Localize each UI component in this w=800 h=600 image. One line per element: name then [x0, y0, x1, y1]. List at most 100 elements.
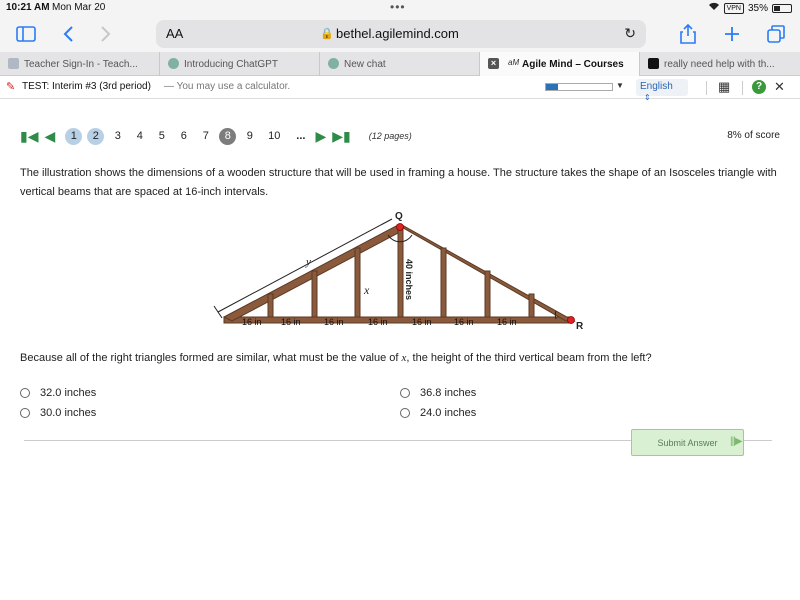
choice-label: 32.0 inches [40, 387, 97, 399]
tabs-overview-icon[interactable] [764, 22, 788, 46]
spacing-label: 16 in [368, 317, 388, 327]
tab-new-chat[interactable]: New chat [320, 52, 480, 76]
y-dimension-tick [213, 305, 223, 319]
submit-answer-button[interactable]: Submit Answer [631, 429, 744, 456]
page-link-10[interactable]: 10 [263, 128, 285, 145]
last-page-icon[interactable]: ▶▮ [332, 128, 350, 145]
choice-label: 30.0 inches [40, 407, 97, 419]
first-page-icon[interactable]: ▮◀ [20, 128, 38, 145]
chatgpt-icon [328, 58, 339, 69]
agile-mind-icon: aM [508, 58, 520, 67]
tab-label: really need help with th... [664, 58, 775, 70]
tab-favicon-icon [8, 58, 19, 69]
submit-label: Submit Answer [657, 437, 718, 448]
divider [706, 81, 707, 95]
point-q-marker [396, 223, 404, 231]
spacing-label: 16 in [412, 317, 432, 327]
battery-icon [772, 3, 792, 13]
page-link-2[interactable]: 2 [87, 127, 105, 145]
score-weight: 8% of score [727, 130, 780, 141]
status-bar: 10:21 AM Mon Mar 20 ••• VPN 35% [0, 0, 800, 16]
page-link-3[interactable]: 3 [109, 128, 126, 145]
brainly-icon [648, 58, 659, 69]
share-icon[interactable] [676, 22, 700, 46]
forward-icon[interactable] [94, 22, 118, 46]
lock-icon: 🔒 [320, 28, 334, 40]
close-tab-icon[interactable]: × [488, 58, 499, 69]
page-link-6[interactable]: 6 [175, 128, 192, 145]
page-link-5[interactable]: 5 [153, 128, 170, 145]
radio-button[interactable] [400, 408, 410, 418]
vertical-beam [354, 247, 361, 318]
prev-page-icon[interactable]: ◀ [44, 128, 55, 145]
spacing-label: 16 in [281, 317, 301, 327]
chevron-updown-icon: ⇕ [644, 93, 651, 102]
bottom-chord-beam [223, 316, 573, 324]
calculator-note: — You may use a calculator. [164, 81, 291, 92]
page-link-8-current[interactable]: 8 [219, 127, 237, 145]
language-label: English [640, 81, 673, 92]
reload-icon[interactable]: ↻ [624, 25, 636, 42]
tab-strip: Teacher Sign-In - Teach... Introducing C… [0, 52, 800, 76]
page-link-7[interactable]: 7 [197, 128, 214, 145]
y-label: y [305, 256, 311, 268]
page-link-9[interactable]: 9 [241, 128, 258, 145]
tab-label: Teacher Sign-In - Teach... [24, 58, 138, 70]
vpn-badge: VPN [723, 2, 744, 14]
tab-introducing-chatgpt[interactable]: Introducing ChatGPT [160, 52, 320, 76]
help-icon[interactable]: ? [752, 80, 766, 94]
x-label: x [363, 283, 370, 297]
vertical-beam [267, 293, 274, 318]
page-link-1[interactable]: 1 [65, 127, 83, 145]
new-tab-icon[interactable] [720, 22, 744, 46]
calculator-icon[interactable]: ▦ [718, 79, 730, 95]
test-progress-bar [545, 83, 613, 91]
test-header-bar: ✎ TEST: Interim #3 (3rd period) — You ma… [0, 77, 800, 102]
pages-ellipsis[interactable]: ... [296, 130, 305, 142]
prompt-text-before: Because all of the right triangles forme… [20, 352, 402, 364]
choice-label: 24.0 inches [420, 407, 477, 419]
center-beam [397, 226, 404, 318]
radio-button[interactable] [20, 388, 30, 398]
status-indicators: VPN 35% [708, 2, 792, 14]
radio-button[interactable] [400, 388, 410, 398]
vertical-beam [311, 270, 318, 318]
sidebar-icon[interactable] [14, 22, 38, 46]
answer-choice-d[interactable]: 24.0 inches [400, 405, 476, 421]
language-select[interactable]: English ⇕ [636, 79, 688, 102]
back-icon[interactable] [56, 22, 80, 46]
browser-toolbar: AA 🔒 bethel.agilemind.com ↻ [0, 16, 800, 52]
tab-teacher-signin[interactable]: Teacher Sign-In - Teach... [0, 52, 160, 76]
question-prompt: Because all of the right triangles forme… [20, 352, 652, 364]
tab-label: New chat [344, 58, 386, 70]
tab-agile-mind[interactable]: × aM Agile Mind – Courses [480, 52, 640, 76]
pencil-icon: ✎ [6, 81, 16, 93]
test-title: TEST: Interim #3 (3rd period) [22, 81, 151, 92]
page-navigator: ▮◀ ◀ 1 2 3 4 5 6 7 8 9 10 ... ▶ ▶▮ (12 p… [20, 126, 412, 146]
address-bar[interactable]: AA 🔒 bethel.agilemind.com ↻ [156, 20, 646, 48]
reader-aa-button[interactable]: AA [166, 26, 183, 41]
tab-really-need-help[interactable]: really need help with th... [640, 52, 800, 76]
vertical-beam [484, 270, 491, 318]
clock-time: 10:21 AM [6, 2, 50, 13]
multitask-dots-icon[interactable]: ••• [390, 0, 406, 14]
tab-label: Introducing ChatGPT [184, 58, 278, 70]
point-r-label: R [576, 321, 584, 332]
spacing-label: 16 in [242, 317, 262, 327]
chatgpt-icon [168, 58, 179, 69]
close-icon[interactable]: ✕ [774, 79, 785, 95]
page-link-4[interactable]: 4 [131, 128, 148, 145]
wifi-icon [708, 2, 720, 14]
next-page-icon[interactable]: ▶ [315, 128, 326, 145]
vertical-beam [440, 247, 447, 318]
radio-button[interactable] [20, 408, 30, 418]
answer-choice-b[interactable]: 36.8 inches [400, 385, 476, 401]
progress-dropdown-icon[interactable]: ▼ [616, 81, 624, 90]
battery-percent: 35% [747, 2, 768, 14]
choice-label: 36.8 inches [420, 387, 477, 399]
answer-choice-c[interactable]: 30.0 inches [20, 405, 96, 421]
answer-choice-a[interactable]: 32.0 inches [20, 385, 96, 401]
url-text[interactable]: bethel.agilemind.com [336, 26, 459, 41]
prompt-text-after: , the height of the third vertical beam … [406, 352, 652, 364]
question-intro: The illustration shows the dimensions of… [20, 167, 777, 198]
